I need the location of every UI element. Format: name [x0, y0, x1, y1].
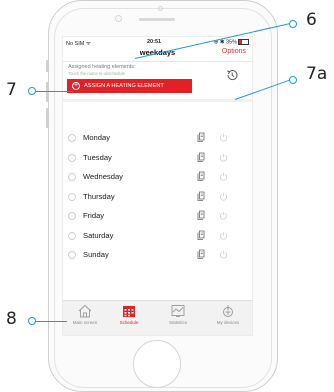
- power-icon[interactable]: [219, 231, 228, 240]
- battery-icon: [238, 39, 249, 45]
- day-row-thursday[interactable]: Thursday: [63, 189, 252, 209]
- day-label: Friday: [83, 211, 105, 220]
- chart-icon: [171, 305, 185, 317]
- front-camera: [115, 15, 122, 22]
- tab-bar: Main screen Schedule Statistics My devic…: [63, 300, 252, 335]
- copy-schedule-icon[interactable]: [197, 210, 207, 220]
- power-icon[interactable]: [219, 250, 228, 259]
- day-label: Sunday: [83, 250, 109, 259]
- carrier-text: No SIM ᯤ: [66, 41, 91, 47]
- day-label: Thursday: [83, 191, 115, 201]
- callout-7-number: 7: [6, 80, 17, 100]
- day-select-circle[interactable]: [68, 231, 76, 240]
- earpiece-speaker: [139, 18, 175, 21]
- callout-7a-marker: [289, 76, 297, 84]
- power-icon[interactable]: [219, 192, 228, 201]
- day-select-circle[interactable]: [68, 134, 76, 142]
- day-row-wednesday[interactable]: Wednesday: [63, 169, 252, 189]
- copy-schedule-icon[interactable]: [197, 132, 207, 142]
- tab-my-devices[interactable]: My devices: [208, 304, 248, 325]
- day-select-circle[interactable]: [68, 192, 76, 201]
- options-button[interactable]: Options: [222, 48, 246, 55]
- calendar-icon: [123, 306, 135, 317]
- tab-label: My devices: [216, 320, 240, 325]
- day-row-friday[interactable]: Friday: [63, 208, 252, 228]
- day-row-tuesday[interactable]: Tuesday: [63, 150, 252, 170]
- mute-switch: [46, 60, 49, 72]
- section-divider: [63, 99, 252, 102]
- power-icon[interactable]: [219, 153, 228, 162]
- assigned-elements-hint: Touch the name to unschedule: [68, 71, 126, 76]
- callout-6-marker: [289, 20, 297, 28]
- day-label: Tuesday: [83, 152, 112, 162]
- callout-8-number: 8: [6, 309, 17, 329]
- clock-text: 20:51: [147, 39, 162, 45]
- copy-schedule-icon[interactable]: [197, 230, 207, 240]
- plus-icon: +: [72, 82, 80, 90]
- history-icon[interactable]: [225, 68, 239, 82]
- power-icon[interactable]: [219, 211, 228, 220]
- divider: [63, 61, 252, 62]
- day-row-saturday[interactable]: Saturday: [63, 228, 252, 248]
- tab-statistics[interactable]: Statistics: [158, 304, 198, 325]
- copy-schedule-icon[interactable]: [197, 171, 207, 181]
- volume-down-button: [46, 108, 49, 128]
- copy-schedule-icon[interactable]: [197, 191, 207, 201]
- day-row-sunday[interactable]: Sunday: [63, 247, 252, 267]
- proximity-sensor: [158, 6, 163, 11]
- app-screen: No SIM ᯤ 20:51 ⊕ ✱ 35% weekdays Options …: [62, 36, 253, 336]
- day-label: Monday: [83, 133, 111, 142]
- day-select-circle[interactable]: [68, 153, 76, 162]
- tab-label: Statistics: [168, 320, 187, 325]
- tab-label: Main screen: [72, 320, 98, 325]
- day-label: Saturday: [83, 230, 114, 240]
- callout-6-number: 6: [306, 10, 317, 30]
- day-label: Wednesday: [83, 172, 123, 181]
- power-icon[interactable]: [219, 133, 228, 142]
- tab-main-screen[interactable]: Main screen: [65, 304, 105, 325]
- tab-schedule[interactable]: Schedule: [109, 304, 149, 325]
- home-button[interactable]: [133, 340, 181, 388]
- house-icon: [78, 304, 92, 318]
- callout-8-line: [35, 321, 67, 323]
- power-icon[interactable]: [219, 172, 228, 181]
- copy-schedule-icon[interactable]: [197, 152, 207, 162]
- callout-7a-number: 7a: [306, 64, 328, 84]
- copy-schedule-icon[interactable]: [197, 249, 207, 259]
- assign-button-label: ASSIGN A HEATING ELEMENT: [84, 83, 164, 89]
- assigned-elements-title: Assigned heating elements:: [68, 64, 136, 70]
- devices-icon: [223, 305, 233, 317]
- day-select-circle[interactable]: [68, 212, 76, 220]
- tab-label: Schedule: [119, 320, 139, 325]
- assign-heating-element-button[interactable]: + ASSIGN A HEATING ELEMENT: [67, 79, 192, 93]
- day-row-monday[interactable]: Monday: [63, 130, 252, 150]
- callout-7-line: [35, 91, 73, 93]
- day-select-circle[interactable]: [68, 251, 76, 259]
- day-select-circle[interactable]: [68, 173, 76, 181]
- weekday-list: Monday Tuesday Wednesday Thursday Friday Satu…: [63, 130, 252, 267]
